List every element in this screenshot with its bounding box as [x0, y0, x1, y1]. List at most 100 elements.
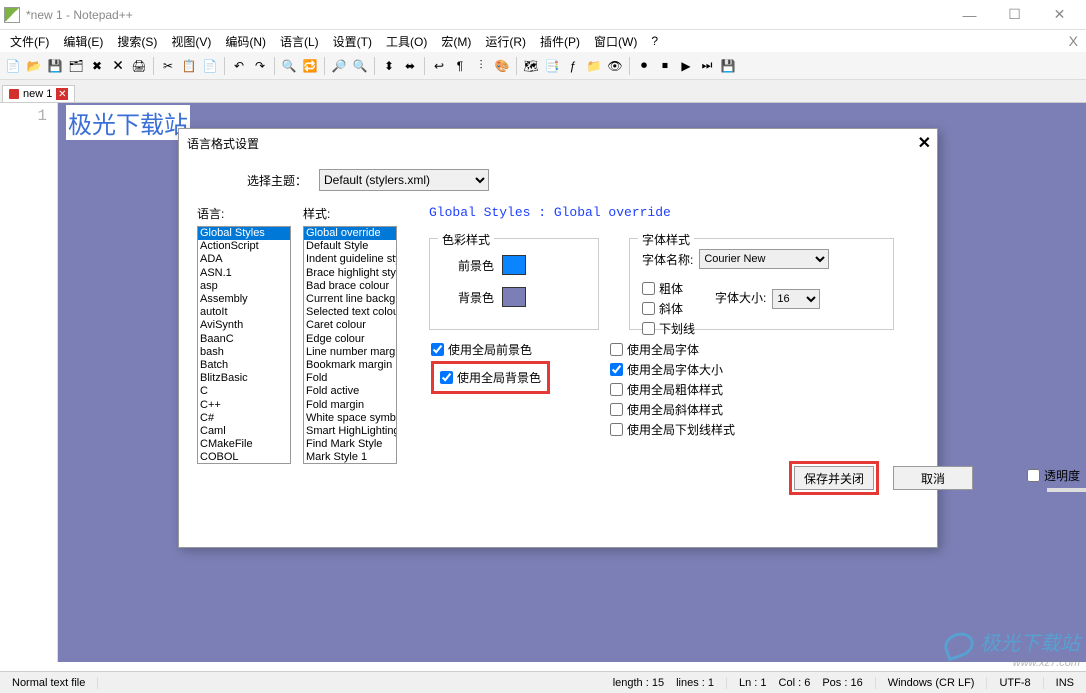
- style-item[interactable]: Default Style: [304, 240, 396, 253]
- language-item[interactable]: C#: [198, 412, 290, 425]
- menu-settings[interactable]: 设置(T): [327, 31, 378, 52]
- language-item[interactable]: Caml: [198, 425, 290, 438]
- close-button[interactable]: ✕: [1037, 1, 1082, 29]
- theme-select[interactable]: Default (stylers.xml): [319, 169, 489, 191]
- style-item[interactable]: Line number margin: [304, 346, 396, 359]
- style-item[interactable]: Caret colour: [304, 319, 396, 332]
- style-item[interactable]: Find Mark Style: [304, 438, 396, 451]
- underline-checkbox[interactable]: [642, 322, 655, 335]
- language-item[interactable]: Assembly: [198, 293, 290, 306]
- style-item[interactable]: Selected text colour: [304, 306, 396, 319]
- style-item[interactable]: Edge colour: [304, 333, 396, 346]
- language-item[interactable]: BaanC: [198, 333, 290, 346]
- func-list-icon[interactable]: ƒ: [564, 57, 582, 75]
- tab-close-icon[interactable]: ✕: [56, 88, 68, 100]
- language-item[interactable]: AviSynth: [198, 319, 290, 332]
- save-macro-icon[interactable]: 💾: [719, 57, 737, 75]
- style-item[interactable]: White space symbol: [304, 412, 396, 425]
- style-item[interactable]: Fold margin: [304, 399, 396, 412]
- language-item[interactable]: COBOL: [198, 451, 290, 464]
- cut-icon[interactable]: ✂: [159, 57, 177, 75]
- menu-macro[interactable]: 宏(M): [435, 31, 477, 52]
- redo-icon[interactable]: ↷: [251, 57, 269, 75]
- global-fg-checkbox[interactable]: [431, 343, 444, 356]
- language-item[interactable]: BlitzBasic: [198, 372, 290, 385]
- folder-icon[interactable]: 📁: [585, 57, 603, 75]
- sync-h-icon[interactable]: ⬌: [401, 57, 419, 75]
- style-item[interactable]: Brace highlight style: [304, 267, 396, 280]
- language-item[interactable]: Batch: [198, 359, 290, 372]
- style-item[interactable]: Mark Style 1: [304, 451, 396, 464]
- language-item[interactable]: bash: [198, 346, 290, 359]
- global-bold-checkbox[interactable]: [610, 383, 623, 396]
- print-icon[interactable]: 🖨: [130, 57, 148, 75]
- menu-edit[interactable]: 编辑(E): [57, 31, 109, 52]
- monitor-icon[interactable]: 👁: [606, 57, 624, 75]
- bold-checkbox[interactable]: [642, 282, 655, 295]
- menu-search[interactable]: 搜索(S): [111, 31, 163, 52]
- menu-tools[interactable]: 工具(O): [380, 31, 433, 52]
- style-item[interactable]: Smart HighLighting: [304, 425, 396, 438]
- all-chars-icon[interactable]: ¶: [451, 57, 469, 75]
- language-item[interactable]: asp: [198, 280, 290, 293]
- language-item[interactable]: Global Styles: [198, 227, 290, 240]
- zoom-out-icon[interactable]: 🔍: [351, 57, 369, 75]
- menu-encoding[interactable]: 编码(N): [219, 31, 272, 52]
- style-item[interactable]: Global override: [304, 227, 396, 240]
- language-item[interactable]: C: [198, 385, 290, 398]
- language-item[interactable]: ASN.1: [198, 267, 290, 280]
- new-file-icon[interactable]: 📄: [4, 57, 22, 75]
- wordwrap-icon[interactable]: ↩: [430, 57, 448, 75]
- paste-icon[interactable]: 📄: [201, 57, 219, 75]
- stop-icon[interactable]: ⏹: [656, 57, 674, 75]
- copy-icon[interactable]: 📋: [180, 57, 198, 75]
- menu-run[interactable]: 运行(R): [479, 31, 532, 52]
- cancel-button[interactable]: 取消: [893, 466, 973, 490]
- zoom-in-icon[interactable]: 🔎: [330, 57, 348, 75]
- language-item[interactable]: CMakeFile: [198, 438, 290, 451]
- transparency-checkbox[interactable]: [1027, 469, 1040, 482]
- italic-checkbox[interactable]: [642, 302, 655, 315]
- indent-guide-icon[interactable]: ⫶: [472, 57, 490, 75]
- style-item[interactable]: Bookmark margin: [304, 359, 396, 372]
- minimize-button[interactable]: —: [947, 1, 992, 29]
- menu-close-x[interactable]: X: [1069, 33, 1078, 49]
- menu-window[interactable]: 窗口(W): [588, 31, 643, 52]
- close-file-icon[interactable]: ✖: [88, 57, 106, 75]
- global-fontsize-checkbox[interactable]: [610, 363, 623, 376]
- global-underline-checkbox[interactable]: [610, 423, 623, 436]
- style-listbox[interactable]: Global overrideDefault StyleIndent guide…: [303, 226, 397, 464]
- language-item[interactable]: autoIt: [198, 306, 290, 319]
- menu-view[interactable]: 视图(V): [165, 31, 217, 52]
- lang-icon[interactable]: 🎨: [493, 57, 511, 75]
- menu-plugins[interactable]: 插件(P): [534, 31, 586, 52]
- file-tab[interactable]: new 1 ✕: [2, 85, 75, 102]
- save-close-button[interactable]: 保存并关闭: [794, 466, 874, 490]
- style-item[interactable]: Fold: [304, 372, 396, 385]
- open-file-icon[interactable]: 📂: [25, 57, 43, 75]
- global-italic-checkbox[interactable]: [610, 403, 623, 416]
- save-icon[interactable]: 💾: [46, 57, 64, 75]
- menu-file[interactable]: 文件(F): [4, 31, 55, 52]
- style-item[interactable]: Indent guideline style: [304, 253, 396, 266]
- sync-v-icon[interactable]: ⬍: [380, 57, 398, 75]
- fg-color-swatch[interactable]: [502, 255, 526, 275]
- play-icon[interactable]: ▶: [677, 57, 695, 75]
- doc-map-icon[interactable]: 🗺: [522, 57, 540, 75]
- global-bg-checkbox[interactable]: [440, 371, 453, 384]
- play-multi-icon[interactable]: ⏭: [698, 57, 716, 75]
- language-item[interactable]: ActionScript: [198, 240, 290, 253]
- maximize-button[interactable]: ☐: [992, 1, 1037, 29]
- menu-language[interactable]: 语言(L): [274, 31, 325, 52]
- replace-icon[interactable]: 🔁: [301, 57, 319, 75]
- find-icon[interactable]: 🔍: [280, 57, 298, 75]
- close-all-icon[interactable]: 🗙: [109, 57, 127, 75]
- language-item[interactable]: ADA: [198, 253, 290, 266]
- transparency-slider[interactable]: [1047, 488, 1086, 492]
- menu-help[interactable]: ?: [645, 32, 664, 50]
- undo-icon[interactable]: ↶: [230, 57, 248, 75]
- style-item[interactable]: Bad brace colour: [304, 280, 396, 293]
- language-item[interactable]: C++: [198, 399, 290, 412]
- font-name-select[interactable]: Courier New: [699, 249, 829, 269]
- save-all-icon[interactable]: 🗂: [67, 57, 85, 75]
